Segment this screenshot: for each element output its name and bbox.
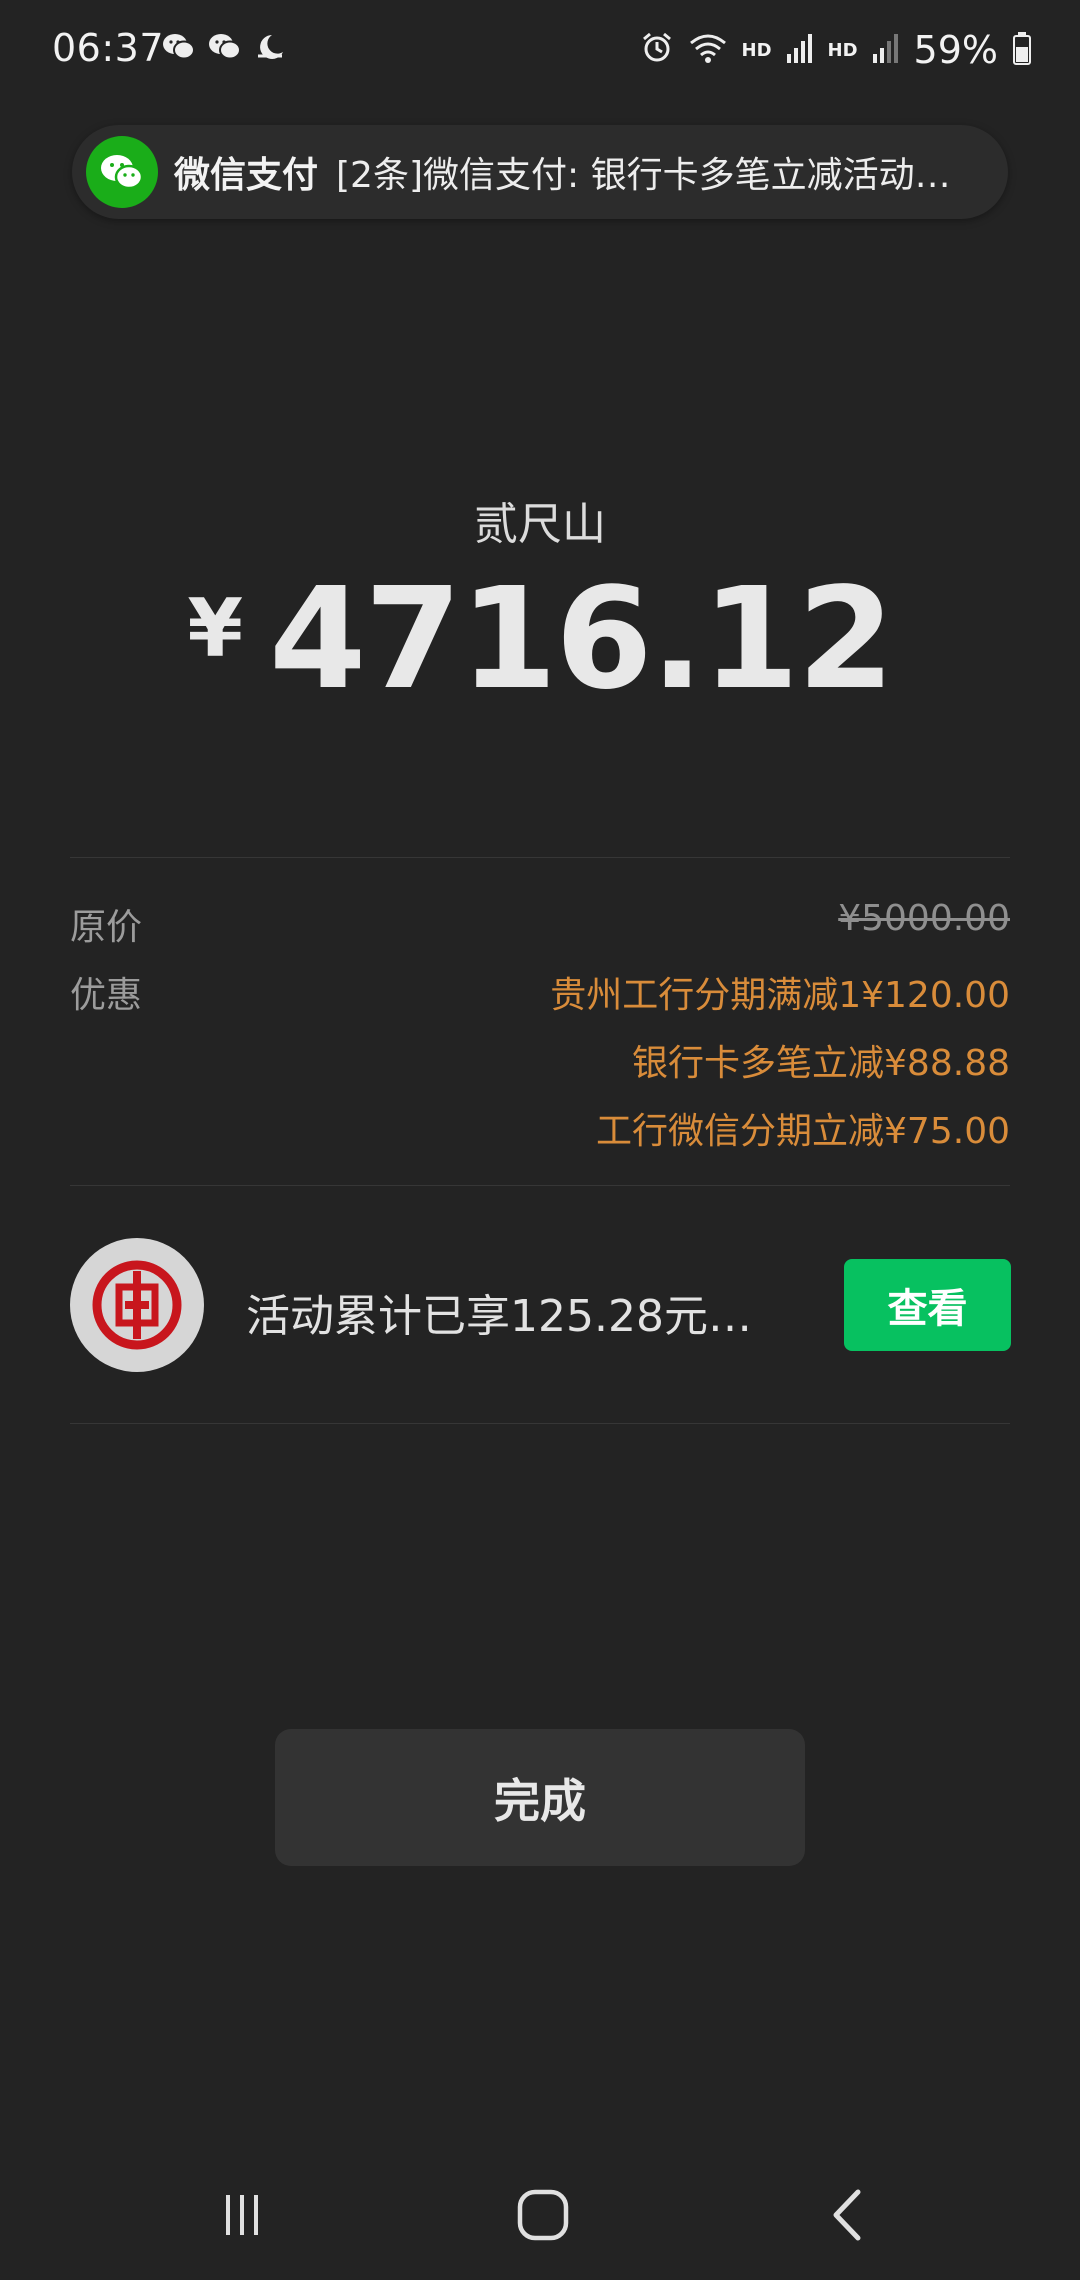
battery-icon [1012,31,1032,69]
navigation-bar [0,2175,1080,2255]
back-icon[interactable] [808,2185,888,2245]
discount-item: 贵州工行分期满减1¥120.00 [550,975,1010,1016]
notification-message: [2条]微信支付: 银行卡多笔立减活动… [336,155,951,196]
alarm-icon [640,31,674,69]
status-bar: 06:37 HD HD 59% [0,0,1080,110]
done-button[interactable]: 完成 [275,1729,805,1866]
wifi-icon [688,32,728,68]
payment-amount: ¥ 4716.12 [0,570,1080,710]
battery-percent: 59% [913,28,998,72]
view-button[interactable]: 查看 [844,1259,1011,1351]
divider [70,1185,1010,1186]
hd-badge: HD [741,39,772,61]
moon-icon [254,32,286,66]
discount-item: 工行微信分期立减¥75.00 [596,1111,1010,1152]
wechat-icon [162,32,196,66]
activity-summary[interactable]: 活动累计已享125.28元… [246,1280,752,1344]
discount-item: 银行卡多笔立减¥88.88 [632,1043,1010,1084]
icbc-logo [70,1238,204,1372]
wechat-pay-icon [86,136,158,208]
divider [70,857,1010,858]
payee-name: 贰尺山 [474,499,606,550]
status-time: 06:37 [52,26,165,70]
home-icon[interactable] [503,2185,583,2245]
status-left-icons [162,32,286,66]
status-right-icons: HD HD 59% [640,28,1033,72]
signal-icon [786,32,814,68]
signal-icon [872,32,900,68]
original-price-label: 原价 [70,907,143,948]
notification-banner[interactable]: 微信支付 [2条]微信支付: 银行卡多笔立减活动… [72,125,1008,219]
recents-icon[interactable] [202,2185,282,2245]
notification-app-name: 微信支付 [174,155,319,196]
original-price-value: ¥5000.00 [838,898,1010,939]
hd-badge: HD [827,39,858,61]
amount-value: 4716.12 [269,558,895,721]
currency-symbol: ¥ [187,582,243,675]
discount-label: 优惠 [70,975,143,1016]
wechat-icon [208,32,242,66]
divider [70,1423,1010,1424]
